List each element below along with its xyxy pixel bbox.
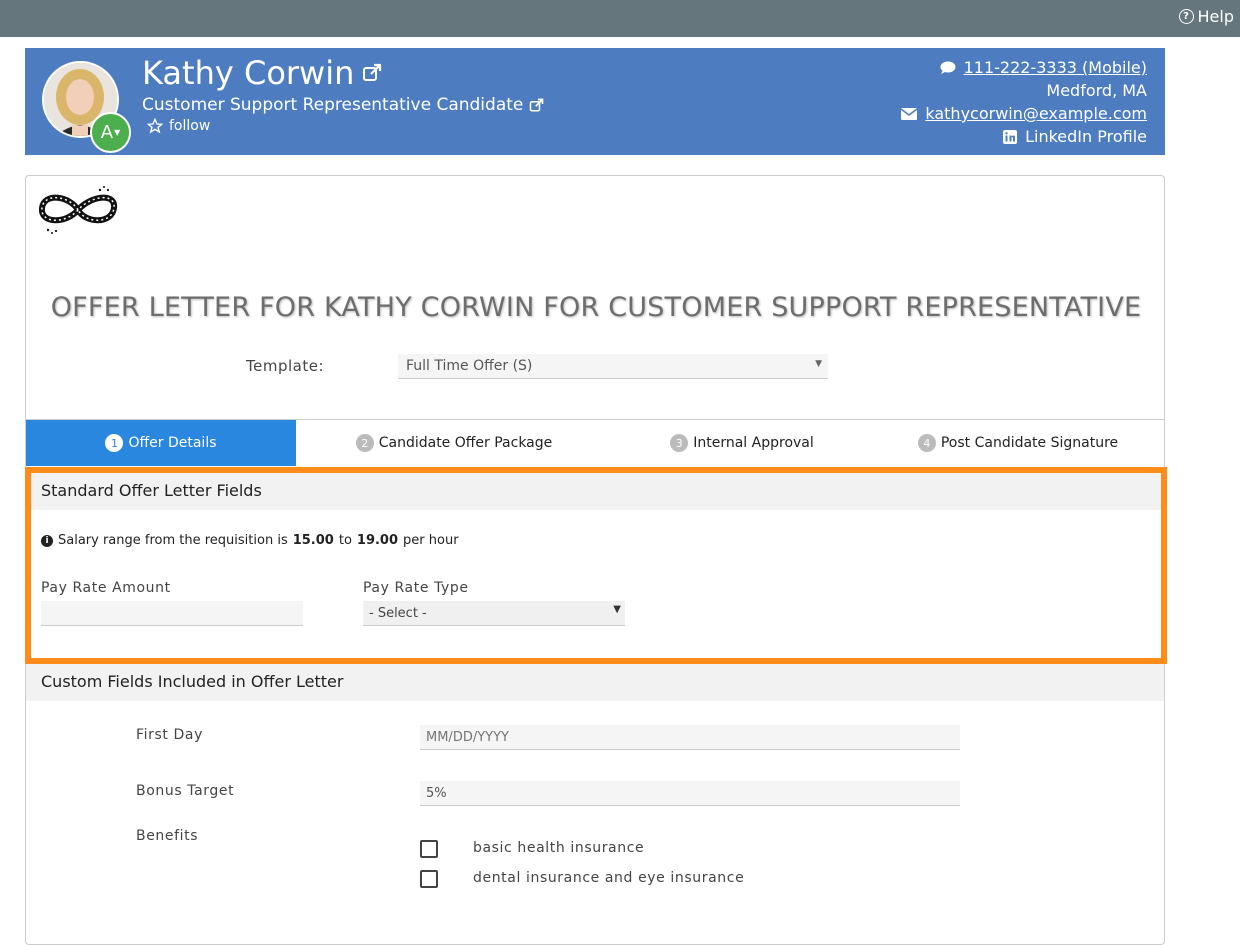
range-max: 19.00 <box>356 533 399 548</box>
follow-label: follow <box>169 118 211 134</box>
step-number: 3 <box>670 434 689 452</box>
step-number: 2 <box>355 434 374 452</box>
help-link[interactable]: ? Help <box>1178 7 1234 26</box>
external-link-icon <box>530 98 544 111</box>
caret-down-icon: ▼ <box>114 128 121 137</box>
status-badge-dropdown[interactable]: A ▼ <box>90 112 131 153</box>
linkedin-label: LinkedIn Profile <box>1025 127 1147 146</box>
envelope-icon <box>901 107 918 120</box>
chat-icon <box>940 61 956 74</box>
pay-rate-type-value: - Select - <box>369 606 427 621</box>
tab-candidate-offer-package[interactable]: 2 Candidate Offer Package <box>296 420 612 466</box>
first-day-input[interactable] <box>420 725 960 750</box>
standard-fields-heading: Standard Offer Letter Fields <box>26 473 1164 510</box>
question-icon: ? <box>1178 9 1194 24</box>
template-value: Full Time Offer (S) <box>406 358 533 374</box>
template-select[interactable]: Full Time Offer (S) ▼ <box>398 354 828 379</box>
candidate-header: A ▼ Kathy Corwin Customer Support Represe… <box>25 48 1165 155</box>
offer-letter-title: OFFER LETTER FOR KATHY CORWIN FOR CUSTOM… <box>50 292 1142 323</box>
email-row: kathycorwin@example.com <box>901 102 1147 125</box>
linkedin-row[interactable]: LinkedIn Profile <box>901 125 1147 148</box>
phone-row: 111-222-3333 (Mobile) <box>901 56 1147 79</box>
offer-card: OFFER LETTER FOR KATHY CORWIN FOR CUSTOM… <box>25 175 1165 945</box>
benefit-checkbox-dental[interactable] <box>420 870 438 888</box>
range-min: 15.00 <box>292 533 334 548</box>
range-to: to <box>338 533 352 548</box>
top-bar: ? Help <box>0 0 1240 37</box>
candidate-title: Customer Support Representative Candidat… <box>142 95 524 115</box>
pay-rate-type-label: Pay Rate Type <box>363 580 469 596</box>
step-number: 1 <box>105 434 124 452</box>
email-link[interactable]: kathycorwin@example.com <box>925 102 1147 125</box>
pay-rate-amount-input[interactable] <box>41 601 303 626</box>
pay-rate-amount-label: Pay Rate Amount <box>41 580 171 596</box>
contact-info: 111-222-3333 (Mobile) Medford, MA kathyc… <box>901 56 1147 148</box>
external-link-icon <box>363 63 382 81</box>
phone-link[interactable]: 111-222-3333 (Mobile) <box>964 56 1147 79</box>
first-day-label: First Day <box>136 727 203 743</box>
follow-button[interactable]: follow <box>147 118 210 134</box>
benefit-label-dental: dental insurance and eye insurance <box>473 870 745 886</box>
candidate-title-link[interactable]: Customer Support Representative Candidat… <box>142 95 544 115</box>
company-logo <box>39 186 117 234</box>
step-number: 4 <box>917 434 936 452</box>
bonus-target-input[interactable] <box>420 781 960 806</box>
template-label: Template: <box>246 357 324 375</box>
tab-label: Candidate Offer Package <box>378 435 553 451</box>
star-icon <box>147 118 163 134</box>
info-icon: i <box>41 534 53 547</box>
candidate-name: Kathy Corwin <box>142 54 355 92</box>
info-suffix: per hour <box>403 533 459 548</box>
benefit-checkbox-health[interactable] <box>420 840 438 858</box>
tab-label: Offer Details <box>128 435 217 451</box>
tab-post-candidate-signature[interactable]: 4 Post Candidate Signature <box>872 420 1164 466</box>
location-text: Medford, MA <box>1046 81 1147 100</box>
linkedin-icon <box>1003 129 1018 144</box>
tab-offer-details[interactable]: 1 Offer Details <box>26 420 296 466</box>
candidate-name-link[interactable]: Kathy Corwin <box>142 54 382 92</box>
tab-label: Internal Approval <box>693 435 814 451</box>
badge-letter: A <box>100 122 114 143</box>
benefit-label-health: basic health insurance <box>473 840 645 856</box>
dropdown-arrow-icon: ▼ <box>613 604 621 615</box>
bonus-target-label: Bonus Target <box>136 783 235 799</box>
dropdown-arrow-icon: ▼ <box>815 359 822 369</box>
info-prefix: Salary range from the requisition is <box>58 533 288 548</box>
pay-rate-type-select[interactable]: - Select - ▼ <box>363 601 625 626</box>
benefits-label: Benefits <box>136 828 199 844</box>
help-label: Help <box>1197 7 1234 26</box>
custom-fields-heading: Custom Fields Included in Offer Letter <box>26 664 1164 701</box>
offer-steps-tabs: 1 Offer Details 2 Candidate Offer Packag… <box>26 420 1164 466</box>
tab-internal-approval[interactable]: 3 Internal Approval <box>612 420 872 466</box>
salary-range-info: i Salary range from the requisition is 1… <box>41 533 459 548</box>
tab-label: Post Candidate Signature <box>940 435 1119 451</box>
